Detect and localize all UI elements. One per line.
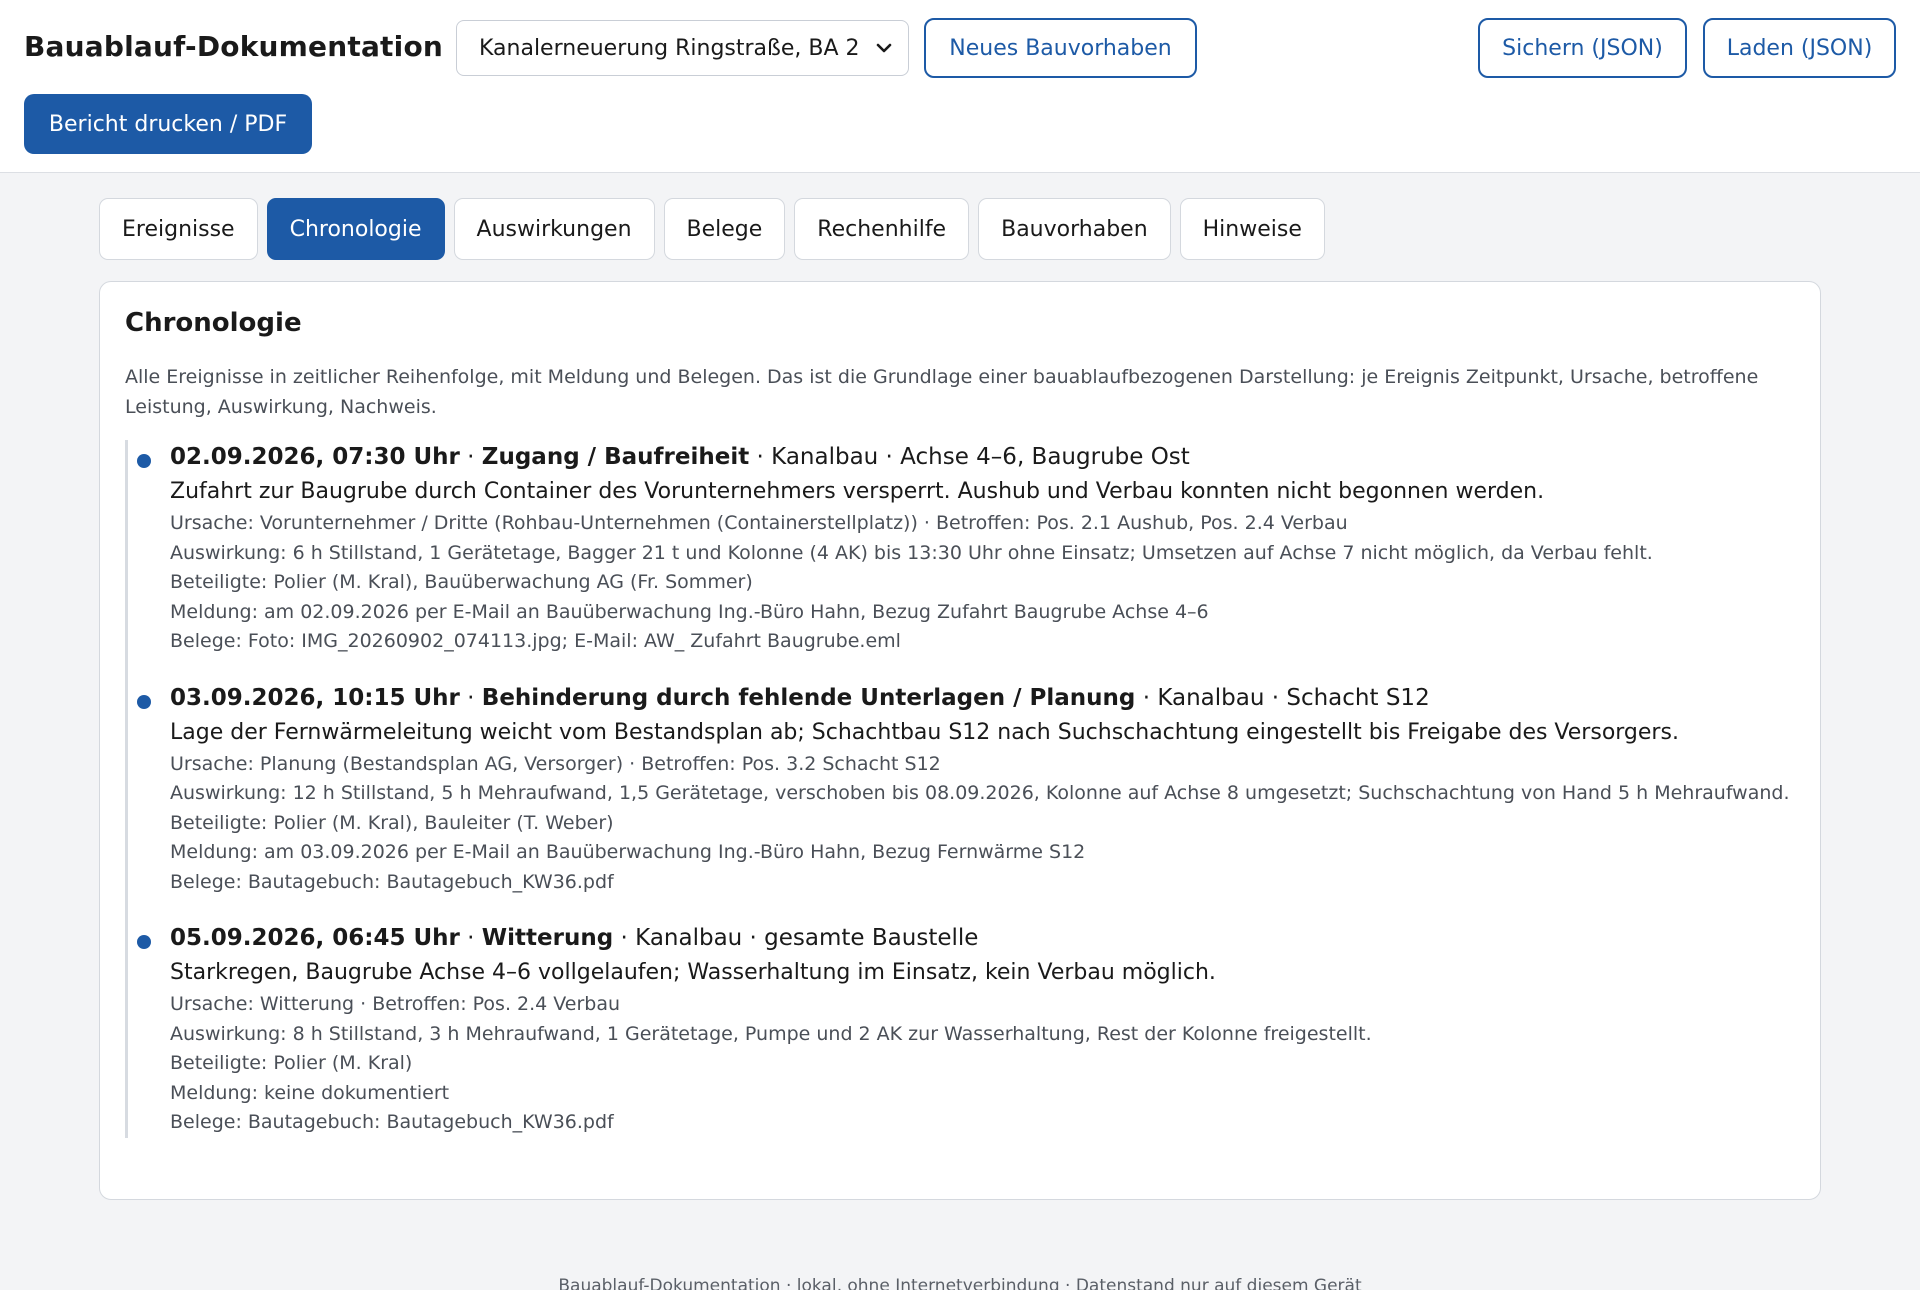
event-impact: Auswirkung: 12 h Stillstand, 5 h Mehrauf… (170, 782, 1790, 804)
timeline-event: 03.09.2026, 10:15 Uhr · Behinderung durc… (137, 681, 1805, 898)
app-title: Bauablauf-Dokumentation (24, 30, 444, 63)
timeline-event: 05.09.2026, 06:45 Uhr · Witterung · Kana… (137, 921, 1805, 1138)
project-select-value: Kanalerneuerung Ringstraße, BA 2 (479, 35, 860, 61)
event-header: 02.09.2026, 07:30 Uhr · Zugang / Baufrei… (170, 444, 1190, 470)
tab-bauvorhaben[interactable]: Bauvorhaben (978, 198, 1171, 260)
event-cause: Ursache: Witterung · Betroffen: Pos. 2.4… (170, 993, 621, 1015)
tab-ereignisse[interactable]: Ereignisse (99, 198, 258, 260)
footer-text: Bauablauf-Dokumentation · lokal, ohne In… (558, 1276, 1362, 1290)
event-notice: Meldung: keine dokumentiert (170, 1081, 450, 1104)
timeline-dot-icon (137, 454, 151, 468)
event-description: Starkregen, Baugrube Achse 4–6 vollgelau… (170, 960, 1216, 985)
tab-chronologie[interactable]: Chronologie (266, 198, 445, 260)
event-participants: Beteiligte: Polier (M. Kral), Bauüberwac… (170, 571, 753, 593)
event-impact: Auswirkung: 6 h Stillstand, 1 Gerätetage… (170, 541, 1653, 564)
event-header: 05.09.2026, 06:45 Uhr · Witterung · Kana… (170, 925, 979, 951)
timeline: 02.09.2026, 07:30 Uhr · Zugang / Baufrei… (125, 440, 1805, 1138)
tab-belege[interactable]: Belege (663, 198, 786, 260)
event-category: Behinderung durch fehlende Unterlagen / … (481, 684, 1136, 711)
event-meta: · Kanalbau · Achse 4–6, Baugrube Ost (749, 444, 1190, 470)
save-json-button[interactable]: Sichern (JSON) (1478, 18, 1687, 78)
event-cause: Ursache: Vorunternehmer / Dritte (Rohbau… (170, 512, 1348, 534)
panel-title: Chronologie (125, 308, 302, 338)
project-select[interactable]: Kanalerneuerung Ringstraße, BA 2 (456, 20, 909, 76)
event-evidence: Belege: Bautagebuch: Bautagebuch_KW36.pd… (170, 870, 614, 893)
event-notice: Meldung: am 03.09.2026 per E-Mail an Bau… (170, 841, 1086, 863)
event-category: Witterung (481, 925, 614, 951)
event-participants: Beteiligte: Polier (M. Kral) (170, 1052, 413, 1074)
event-cause: Ursache: Planung (Bestandsplan AG, Verso… (170, 752, 941, 775)
event-notice: Meldung: am 02.09.2026 per E-Mail an Bau… (170, 600, 1209, 623)
event-evidence: Belege: Foto: IMG_20260902_074113.jpg; E… (170, 630, 901, 652)
event-header: 03.09.2026, 10:15 Uhr · Behinderung durc… (170, 684, 1430, 711)
tab-bar: Ereignisse Chronologie Auswirkungen Bele… (99, 198, 1325, 260)
tab-hinweise[interactable]: Hinweise (1179, 198, 1325, 260)
event-evidence: Belege: Bautagebuch: Bautagebuch_KW36.pd… (170, 1111, 614, 1133)
panel-description: Alle Ereignisse in zeitlicher Reihenfolg… (125, 366, 1759, 418)
event-datetime: 03.09.2026, 10:15 Uhr (170, 684, 460, 711)
print-report-button[interactable]: Bericht drucken / PDF (24, 94, 312, 154)
app-header: Bauablauf-Dokumentation Kanalerneuerung … (0, 0, 1920, 173)
event-impact: Auswirkung: 8 h Stillstand, 3 h Mehraufw… (170, 1022, 1372, 1045)
event-datetime: 05.09.2026, 06:45 Uhr (170, 925, 460, 951)
tab-auswirkungen[interactable]: Auswirkungen (453, 198, 655, 260)
event-category: Zugang / Baufreiheit (481, 444, 750, 470)
new-project-button[interactable]: Neues Bauvorhaben (924, 18, 1197, 78)
event-datetime: 02.09.2026, 07:30 Uhr (170, 444, 460, 470)
event-meta: · Kanalbau · gesamte Baustelle (613, 925, 979, 951)
event-meta: · Kanalbau · Schacht S12 (1135, 684, 1430, 711)
load-json-button[interactable]: Laden (JSON) (1703, 18, 1896, 78)
chevron-down-icon (876, 43, 892, 53)
timeline-event: 02.09.2026, 07:30 Uhr · Zugang / Baufrei… (137, 440, 1805, 657)
event-description: Lage der Fernwärmeleitung weicht vom Bes… (170, 719, 1679, 745)
timeline-dot-icon (137, 694, 151, 709)
event-description: Zufahrt zur Baugrube durch Container des… (170, 479, 1545, 504)
timeline-dot-icon (137, 935, 151, 949)
chronology-panel: Chronologie Alle Ereignisse in zeitliche… (99, 281, 1821, 1200)
event-participants: Beteiligte: Polier (M. Kral), Bauleiter … (170, 811, 614, 834)
tab-rechenhilfe[interactable]: Rechenhilfe (794, 198, 970, 260)
